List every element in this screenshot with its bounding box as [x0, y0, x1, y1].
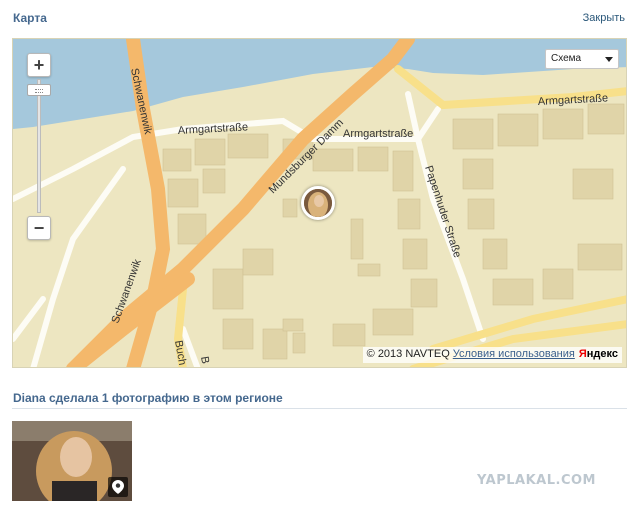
zoom-slider-handle[interactable]	[27, 84, 51, 96]
street-label-papenhuder: Papenhuder Straße	[422, 164, 463, 259]
map-layer-select[interactable]: Схема	[545, 49, 619, 69]
close-link[interactable]: Закрыть	[583, 12, 625, 24]
section-divider	[12, 408, 627, 409]
watermark-text: YAPLAKAL.COM	[477, 473, 596, 488]
street-label-armgart-mid: Armgartstraße	[343, 128, 413, 140]
zoom-slider-track[interactable]	[37, 79, 41, 213]
window-title: Карта	[13, 11, 47, 25]
buildings	[162, 103, 625, 360]
street-label-b: B	[198, 355, 211, 364]
map-layer-select-value: Схема	[551, 53, 582, 64]
map-view[interactable]: Armgartstraße Armgartstraße Armgartstraß…	[12, 38, 627, 368]
photo-thumbnail[interactable]	[12, 421, 132, 501]
copyright-text: © 2013 NAVTEQ	[366, 348, 450, 360]
zoom-in-button[interactable]: +	[27, 53, 51, 77]
zoom-out-button[interactable]: −	[27, 216, 51, 240]
yandex-logo-rest: ндекс	[586, 348, 618, 360]
yandex-logo-first-letter: Я	[578, 348, 587, 360]
photo-location-marker[interactable]	[301, 186, 335, 220]
terms-of-use-link[interactable]: Условия использования	[453, 348, 575, 360]
yandex-logo: Яндекс	[579, 348, 618, 360]
photos-section-title: Diana сделала 1 фотографию в этом регион…	[13, 391, 283, 405]
chevron-down-icon	[605, 57, 613, 62]
map-copyright-bar: © 2013 NAVTEQ Условия использования Яндекс	[362, 347, 622, 363]
marker-photo-image	[304, 189, 332, 217]
location-pin-icon	[108, 477, 128, 497]
